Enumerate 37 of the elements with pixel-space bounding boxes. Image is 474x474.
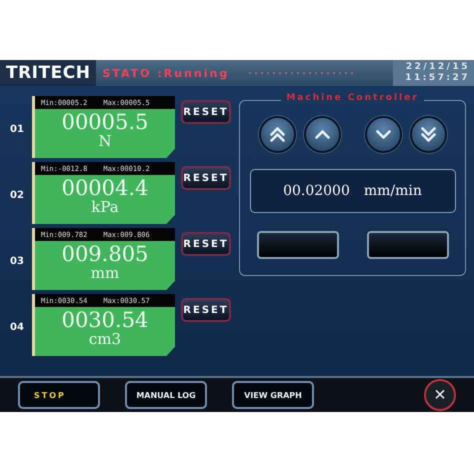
double-down-button[interactable] — [410, 116, 446, 153]
down-button[interactable] — [364, 116, 402, 153]
channel-number: 04 — [10, 322, 25, 333]
chevron-up-icon — [314, 130, 330, 139]
reading-value: 00004.4 — [62, 178, 148, 199]
double-chevron-down-icon — [420, 127, 436, 142]
reading-unit: N — [98, 134, 112, 149]
stop-button[interactable]: STOP — [18, 381, 100, 409]
reset-button[interactable]: RESET — [181, 232, 231, 256]
blank-button[interactable] — [366, 231, 448, 259]
status-text: STATO :Running — [102, 66, 230, 80]
reading-unit: cm3 — [88, 332, 122, 347]
channel-number: 03 — [10, 256, 25, 267]
double-up-button[interactable] — [258, 116, 296, 153]
close-button[interactable]: × — [424, 379, 456, 411]
footer-button[interactable]: MANUAL LOG — [125, 381, 207, 409]
reading-unit: mm — [90, 266, 120, 281]
up-button[interactable] — [304, 116, 340, 153]
reading-value: 009.805 — [62, 244, 148, 265]
reset-button[interactable]: RESET — [181, 100, 231, 124]
reset-button[interactable]: RESET — [181, 166, 231, 190]
blank-button[interactable] — [256, 231, 338, 259]
reading-value: 00005.5 — [62, 112, 148, 133]
footer-button[interactable]: VIEW GRAPH — [232, 381, 314, 409]
date-text: 22/12/15 — [406, 62, 470, 73]
speed-value: 00.02000 — [283, 183, 350, 199]
panel-title: Machine Controller — [281, 93, 424, 103]
brand-logo: TRITECH — [5, 62, 92, 85]
time-text: 11:57:27 — [405, 73, 470, 84]
speed-unit: mm/min — [364, 183, 422, 199]
chevron-down-icon — [376, 130, 390, 139]
reset-button[interactable]: RESET — [181, 298, 231, 322]
reading-value: 0030.54 — [62, 310, 148, 331]
channel-number: 02 — [10, 190, 25, 201]
double-chevron-up-icon — [270, 127, 284, 142]
reading-unit: kPa — [91, 200, 119, 215]
channel-number: 01 — [10, 124, 25, 135]
